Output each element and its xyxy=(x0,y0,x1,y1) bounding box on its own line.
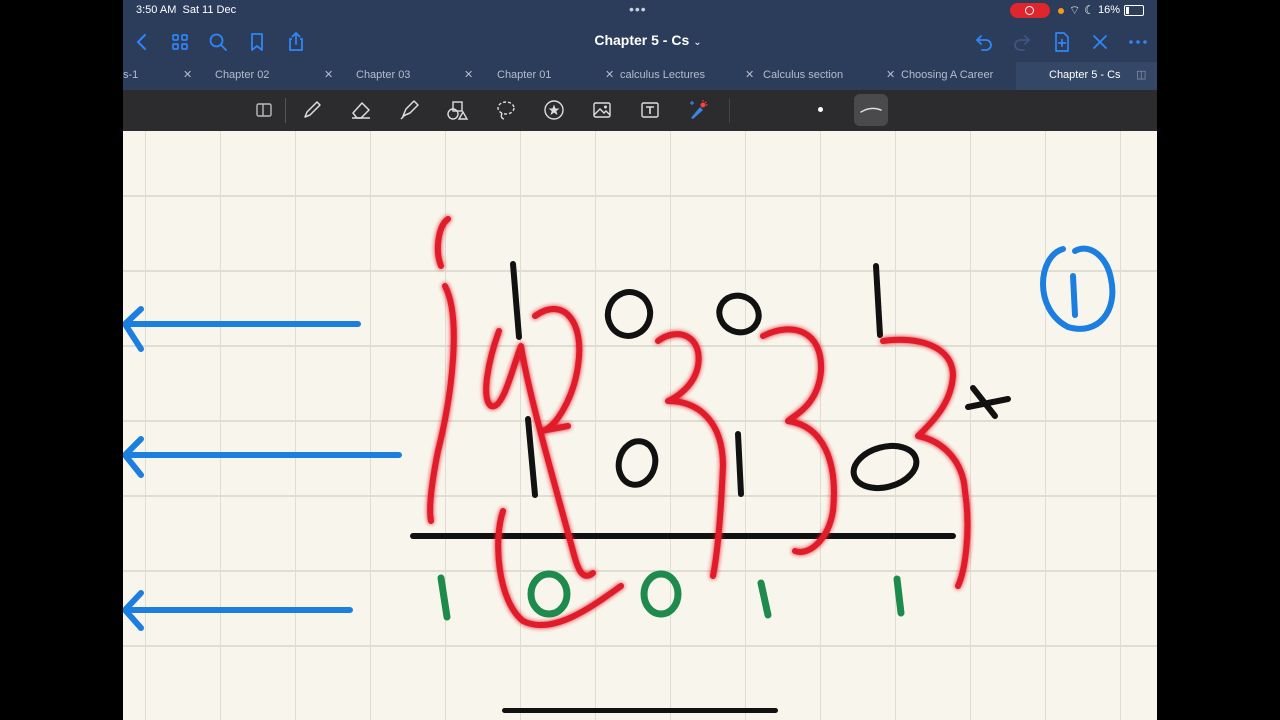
chevron-down-icon: ⌄ xyxy=(693,37,702,48)
tab-calculus-section[interactable]: Calculus section ✕ xyxy=(745,62,895,90)
pen-size-dot[interactable] xyxy=(818,107,823,112)
toolbar-divider xyxy=(285,98,286,123)
home-indicator[interactable] xyxy=(502,708,778,713)
mic-indicator-icon xyxy=(1058,8,1064,14)
status-bar: 3:50 AM Sat 11 Dec ••• ⌔ ☾ 16% xyxy=(123,0,1157,22)
grid-background xyxy=(123,131,1157,720)
battery-icon xyxy=(1124,5,1144,16)
image-icon[interactable] xyxy=(590,98,614,122)
document-title[interactable]: Chapter 5 - Cs ⌄ xyxy=(573,32,723,48)
undo-icon[interactable] xyxy=(972,30,996,54)
moon-icon: ☾ xyxy=(1084,3,1095,17)
redo-icon[interactable] xyxy=(1010,30,1034,54)
close-icon[interactable] xyxy=(1088,30,1112,54)
lasso-icon[interactable] xyxy=(494,98,518,122)
text-icon[interactable] xyxy=(638,98,662,122)
ipad-screen: 3:50 AM Sat 11 Dec ••• ⌔ ☾ 16% Chapter 5… xyxy=(123,0,1157,720)
digit-1 xyxy=(873,263,883,338)
tab-chapter-02[interactable]: Chapter 02 ✕ xyxy=(203,62,345,90)
tab-bar: s-1 ✕ Chapter 02 ✕ Chapter 03 ✕ Chapter … xyxy=(123,62,1157,90)
tab-s-1[interactable]: s-1 ✕ xyxy=(123,62,203,90)
status-time: 3:50 AM Sat 11 Dec xyxy=(136,4,237,16)
bookmark-icon[interactable] xyxy=(245,30,269,54)
wifi-icon: ⌔ xyxy=(1069,3,1081,17)
tab-choosing-a-career[interactable]: Choosing A Career xyxy=(886,62,1016,90)
search-icon[interactable] xyxy=(206,30,230,54)
eraser-icon[interactable] xyxy=(349,98,373,122)
share-icon[interactable] xyxy=(284,30,308,54)
more-icon[interactable] xyxy=(1126,30,1150,54)
drawing-toolbar xyxy=(123,90,1157,131)
tab-split-icon[interactable]: ◫ xyxy=(1136,62,1146,88)
digit-1 xyxy=(735,431,744,497)
toolbar-divider xyxy=(729,98,730,123)
multitask-dots-icon[interactable]: ••• xyxy=(629,1,647,17)
back-chevron-icon[interactable] xyxy=(130,30,154,54)
tab-chapter-5-cs[interactable]: Chapter 5 - Cs ◫ xyxy=(1016,62,1157,90)
split-view-icon[interactable] xyxy=(252,98,276,122)
laser-pointer-icon[interactable] xyxy=(685,98,709,122)
tab-chapter-03[interactable]: Chapter 03 ✕ xyxy=(344,62,486,90)
pen-icon[interactable] xyxy=(300,98,324,122)
tab-close-icon[interactable]: ✕ xyxy=(183,62,192,88)
tab-calculus-lectures[interactable]: calculus Lectures ✕ xyxy=(605,62,754,90)
tab-close-icon[interactable]: ✕ xyxy=(324,62,333,88)
pen-stroke-selector[interactable] xyxy=(854,94,888,126)
result-digit-1 xyxy=(893,575,905,617)
sticker-icon[interactable] xyxy=(542,98,566,122)
nav-bar: Chapter 5 - Cs ⌄ xyxy=(123,22,1157,62)
screen-recording-icon[interactable] xyxy=(1010,3,1050,18)
grid-icon[interactable] xyxy=(168,30,192,54)
add-page-icon[interactable] xyxy=(1050,30,1074,54)
note-canvas[interactable] xyxy=(123,131,1157,720)
battery-percent: 16% xyxy=(1098,4,1121,16)
highlighter-icon[interactable] xyxy=(397,98,421,122)
shapes-icon[interactable] xyxy=(445,98,469,122)
tab-close-icon[interactable]: ✕ xyxy=(464,62,473,88)
